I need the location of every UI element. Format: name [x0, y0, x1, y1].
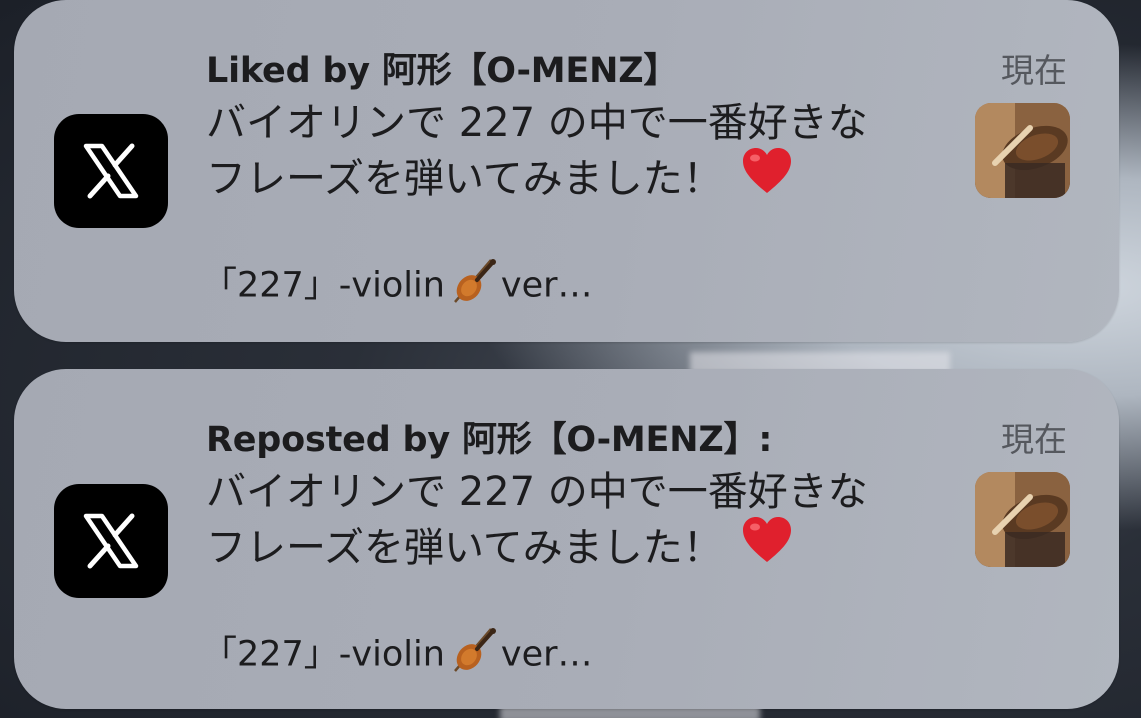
heart-icon: [741, 516, 793, 579]
notification-card-liked[interactable]: Liked by 阿形【O-MENZ】 現在 バイオリンで 227 の中で一番好…: [14, 0, 1119, 342]
body-line-text: フレーズを弾いてみました！: [206, 525, 723, 571]
body-line: バイオリンで 227 の中で一番好きな: [206, 469, 868, 515]
notification-title: Liked by 阿形【O-MENZ】: [206, 51, 679, 91]
snippet-text: 「227」-violin: [202, 265, 445, 306]
x-logo-icon: [54, 484, 168, 598]
snippet-text-suffix: ver…: [500, 265, 593, 306]
violin-icon: [447, 625, 499, 686]
notification-title: Reposted by 阿形【O-MENZ】:: [206, 420, 773, 460]
violin-icon: [447, 256, 499, 317]
body-line-with-heart: フレーズを弾いてみました！: [206, 147, 966, 210]
snippet-text-suffix: ver…: [500, 634, 593, 675]
violin-thumbnail: [975, 472, 1070, 567]
body-line-with-heart: フレーズを弾いてみました！: [206, 516, 966, 579]
notification-time: 現在: [1001, 420, 1067, 459]
heart-icon: [741, 147, 793, 210]
notification-snippet: 「227」-violin ver…: [202, 625, 593, 686]
snippet-text: 「227」-violin: [202, 634, 445, 675]
notification-card-reposted[interactable]: Reposted by 阿形【O-MENZ】: 現在 バイオリンで 227 の中…: [14, 369, 1119, 709]
body-line-text: フレーズを弾いてみました！: [206, 156, 723, 202]
notification-body: バイオリンで 227 の中で一番好きな フレーズを弾いてみました！: [206, 95, 966, 210]
violin-thumbnail: [975, 103, 1070, 198]
notification-body: バイオリンで 227 の中で一番好きな フレーズを弾いてみました！: [206, 464, 966, 579]
notification-time: 現在: [1001, 51, 1067, 90]
notification-snippet: 「227」-violin ver…: [202, 256, 593, 317]
body-line: バイオリンで 227 の中で一番好きな: [206, 100, 868, 146]
x-logo-icon: [54, 114, 168, 228]
